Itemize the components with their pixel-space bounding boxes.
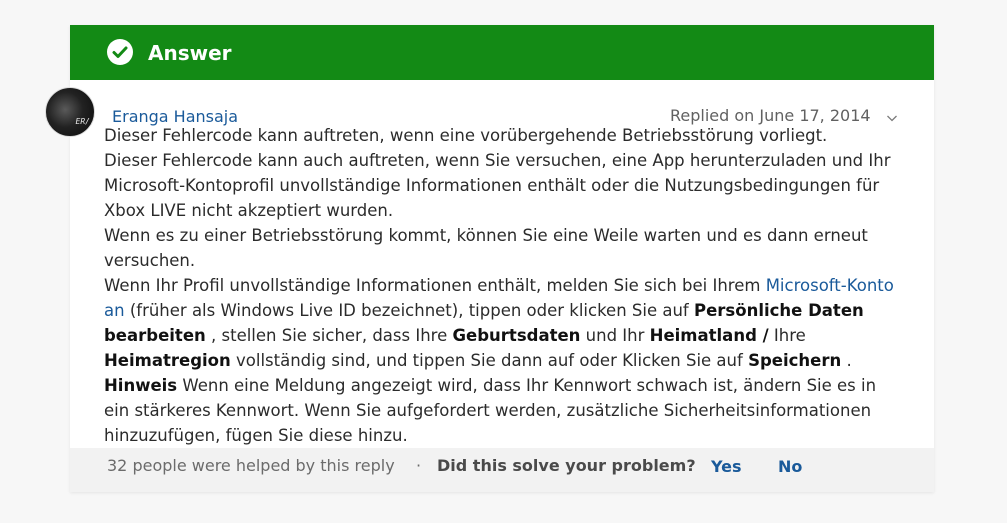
paragraph-2: Dieser Fehlercode kann auch auftreten, w… <box>104 151 891 220</box>
helped-count: 32 people were helped by this reply <box>107 456 395 475</box>
p4-text-mid3: und Ihr <box>580 326 650 345</box>
paragraph-4: Wenn Ihr Profil unvollständige Informati… <box>104 273 904 373</box>
p4-text-mid5: vollständig sind, und tippen Sie dann au… <box>230 351 749 370</box>
p4-bold-save: Speichern <box>748 351 842 370</box>
reply-body: Dieser Fehlercode kann auftreten, wenn e… <box>104 123 904 448</box>
separator-dot: · <box>416 456 422 475</box>
answer-label: Answer <box>148 41 232 65</box>
p4-text-start: Wenn Ihr Profil unvollständige Informati… <box>104 276 766 295</box>
p4-text-mid1: (früher als Windows Live ID bezeichnet),… <box>124 301 694 320</box>
p4-text-mid2: , stellen Sie sicher, dass Ihre <box>205 326 453 345</box>
p4-text-mid4: Ihre <box>768 326 806 345</box>
paragraph-3: Wenn es zu einer Betriebsstörung kommt, … <box>104 226 868 270</box>
p4-bold-region: Heimatregion <box>104 351 231 370</box>
avatar[interactable]: ER/ <box>45 87 95 137</box>
paragraph-1: Dieser Fehlercode kann auftreten, wenn e… <box>104 126 828 145</box>
no-button[interactable]: No <box>778 457 802 477</box>
avatar-text: ER/ <box>75 117 90 126</box>
p4-bold-country: Heimatland / <box>649 326 769 345</box>
note-text: Wenn eine Meldung angezeigt wird, dass I… <box>104 376 877 445</box>
solve-question: Did this solve your problem? <box>437 456 696 475</box>
yes-button[interactable]: Yes <box>711 457 742 477</box>
note-label: Hinweis <box>104 376 178 395</box>
checkmark-circle-icon <box>107 39 133 65</box>
p4-bold-birthdate: Geburtsdaten <box>452 326 581 345</box>
p4-text-end: . <box>841 351 852 370</box>
answer-banner: Answer <box>70 25 934 80</box>
paragraph-5: Hinweis Wenn eine Meldung angezeigt wird… <box>104 373 904 448</box>
